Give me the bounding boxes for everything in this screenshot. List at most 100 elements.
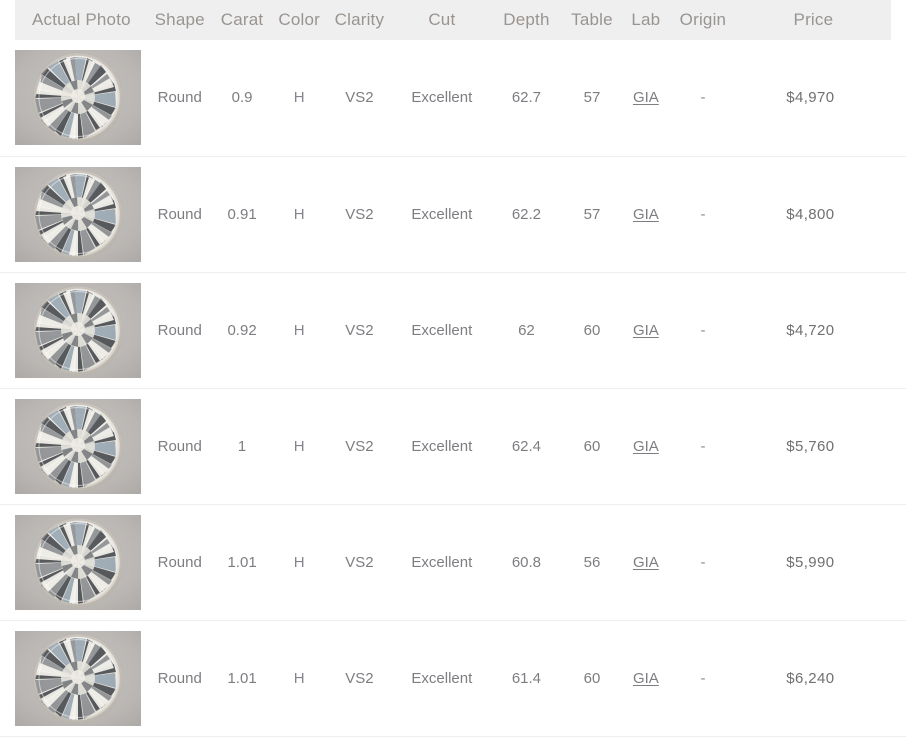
header-right-spacer xyxy=(891,0,906,40)
cell-price-text: $4,970 xyxy=(786,89,835,107)
column-header-color[interactable]: Color xyxy=(272,0,326,40)
cell-lab[interactable]: GIA xyxy=(621,272,671,389)
column-header-price[interactable]: Price xyxy=(735,0,892,40)
cell-clarity-text: VS2 xyxy=(345,205,374,223)
cell-clarity-text: VS2 xyxy=(345,553,374,571)
row-left-spacer xyxy=(0,504,15,621)
cell-price: $5,990 xyxy=(735,504,892,621)
cell-origin: - xyxy=(670,388,736,505)
cell-carat: 1.01 xyxy=(211,620,273,737)
cell-table-text: 57 xyxy=(583,89,601,107)
table-row[interactable]: Round 0.92 H VS2 Excellent 62 60 GIA - $4,720 xyxy=(0,272,906,389)
cell-carat-text: 0.91 xyxy=(227,205,257,223)
row-right-spacer xyxy=(891,156,906,273)
cell-color: H xyxy=(272,504,326,621)
diamond-photo-cell[interactable] xyxy=(14,620,148,737)
cell-carat-text: 1.01 xyxy=(227,553,257,571)
cell-clarity: VS2 xyxy=(325,388,394,505)
cell-price-text: $5,990 xyxy=(786,553,835,571)
column-header-cut[interactable]: Cut xyxy=(393,0,491,40)
cell-color: H xyxy=(272,388,326,505)
table-header: Actual Photo Shape Carat Color Clarity C… xyxy=(0,0,906,40)
diamond-photo-cell[interactable] xyxy=(14,272,148,389)
cell-table-text: 57 xyxy=(583,205,601,223)
cell-depth: 62 xyxy=(490,272,563,389)
cell-cut-text: Excellent xyxy=(411,89,473,107)
cell-shape: Round xyxy=(148,156,212,273)
cell-cut: Excellent xyxy=(393,40,491,157)
lab-certificate-link[interactable]: GIA xyxy=(633,554,659,571)
cell-lab[interactable]: GIA xyxy=(621,504,671,621)
table-row[interactable]: Round 1.01 H VS2 Excellent 61.4 60 GIA - $6,240 xyxy=(0,620,906,737)
cell-clarity: VS2 xyxy=(325,272,394,389)
column-header-clarity[interactable]: Clarity xyxy=(325,0,394,40)
cell-shape-text: Round xyxy=(157,437,202,455)
diamond-results-table: Actual Photo Shape Carat Color Clarity C… xyxy=(0,0,906,737)
cell-depth-text: 62.2 xyxy=(511,205,542,223)
cell-carat-text: 1.01 xyxy=(227,669,257,687)
cell-carat: 0.9 xyxy=(211,40,273,157)
column-header-table[interactable]: Table xyxy=(562,0,622,40)
cell-origin-text: - xyxy=(700,553,706,571)
cell-cut-text: Excellent xyxy=(411,437,473,455)
column-header-origin[interactable]: Origin xyxy=(670,0,736,40)
row-right-spacer xyxy=(891,272,906,389)
cell-cut: Excellent xyxy=(393,504,491,621)
cell-depth: 62.2 xyxy=(490,156,563,273)
round-brilliant-diamond-photo[interactable] xyxy=(14,50,141,146)
table-row[interactable]: Round 0.9 H VS2 Excellent 62.7 57 GIA - $4,970 xyxy=(0,40,906,157)
cell-color-text: H xyxy=(293,205,305,223)
cell-origin: - xyxy=(670,504,736,621)
diamond-photo-cell[interactable] xyxy=(14,40,148,157)
cell-origin-text: - xyxy=(700,321,706,339)
lab-certificate-link[interactable]: GIA xyxy=(633,670,659,687)
cell-origin-text: - xyxy=(700,437,706,455)
lab-certificate-link[interactable]: GIA xyxy=(633,89,659,106)
cell-price-text: $4,800 xyxy=(786,205,835,223)
cell-color: H xyxy=(272,40,326,157)
cell-table: 57 xyxy=(562,156,622,273)
cell-price-text: $6,240 xyxy=(786,669,835,687)
column-header-photo[interactable]: Actual Photo xyxy=(14,0,148,40)
cell-color-text: H xyxy=(293,437,305,455)
cell-clarity-text: VS2 xyxy=(345,89,374,107)
cell-cut: Excellent xyxy=(393,620,491,737)
cell-depth: 61.4 xyxy=(490,620,563,737)
diamond-photo-cell[interactable] xyxy=(14,388,148,505)
cell-color-text: H xyxy=(293,553,305,571)
table-row[interactable]: Round 0.91 H VS2 Excellent 62.2 57 GIA - $4,800 xyxy=(0,156,906,273)
lab-certificate-link[interactable]: GIA xyxy=(633,322,659,339)
column-header-depth[interactable]: Depth xyxy=(490,0,563,40)
lab-certificate-link[interactable]: GIA xyxy=(633,438,659,455)
round-brilliant-diamond-photo[interactable] xyxy=(14,282,141,378)
cell-depth: 62.7 xyxy=(490,40,563,157)
cell-shape-text: Round xyxy=(157,553,202,571)
round-brilliant-diamond-photo[interactable] xyxy=(14,514,141,610)
diamond-photo-cell[interactable] xyxy=(14,504,148,621)
cell-cut-text: Excellent xyxy=(411,669,473,687)
cell-table-text: 56 xyxy=(583,553,601,571)
round-brilliant-diamond-photo[interactable] xyxy=(14,398,141,494)
cell-lab[interactable]: GIA xyxy=(621,156,671,273)
table-row[interactable]: Round 1.01 H VS2 Excellent 60.8 56 GIA - $5,990 xyxy=(0,504,906,621)
cell-table-text: 60 xyxy=(583,321,601,339)
round-brilliant-diamond-photo[interactable] xyxy=(14,630,141,726)
lab-certificate-link[interactable]: GIA xyxy=(633,206,659,223)
cell-lab[interactable]: GIA xyxy=(621,40,671,157)
column-header-shape[interactable]: Shape xyxy=(148,0,212,40)
cell-origin-text: - xyxy=(700,669,706,687)
cell-table: 60 xyxy=(562,388,622,505)
column-header-carat[interactable]: Carat xyxy=(211,0,273,40)
cell-cut-text: Excellent xyxy=(411,205,473,223)
row-right-spacer xyxy=(891,504,906,621)
cell-lab[interactable]: GIA xyxy=(621,620,671,737)
cell-color: H xyxy=(272,272,326,389)
diamond-photo-cell[interactable] xyxy=(14,156,148,273)
cell-shape-text: Round xyxy=(157,205,202,223)
round-brilliant-diamond-photo[interactable] xyxy=(14,166,141,262)
table-row[interactable]: Round 1 H VS2 Excellent 62.4 60 GIA - $5,760 xyxy=(0,388,906,505)
column-header-lab[interactable]: Lab xyxy=(621,0,671,40)
header-left-spacer xyxy=(0,0,15,40)
cell-price-text: $5,760 xyxy=(786,437,835,455)
cell-lab[interactable]: GIA xyxy=(621,388,671,505)
